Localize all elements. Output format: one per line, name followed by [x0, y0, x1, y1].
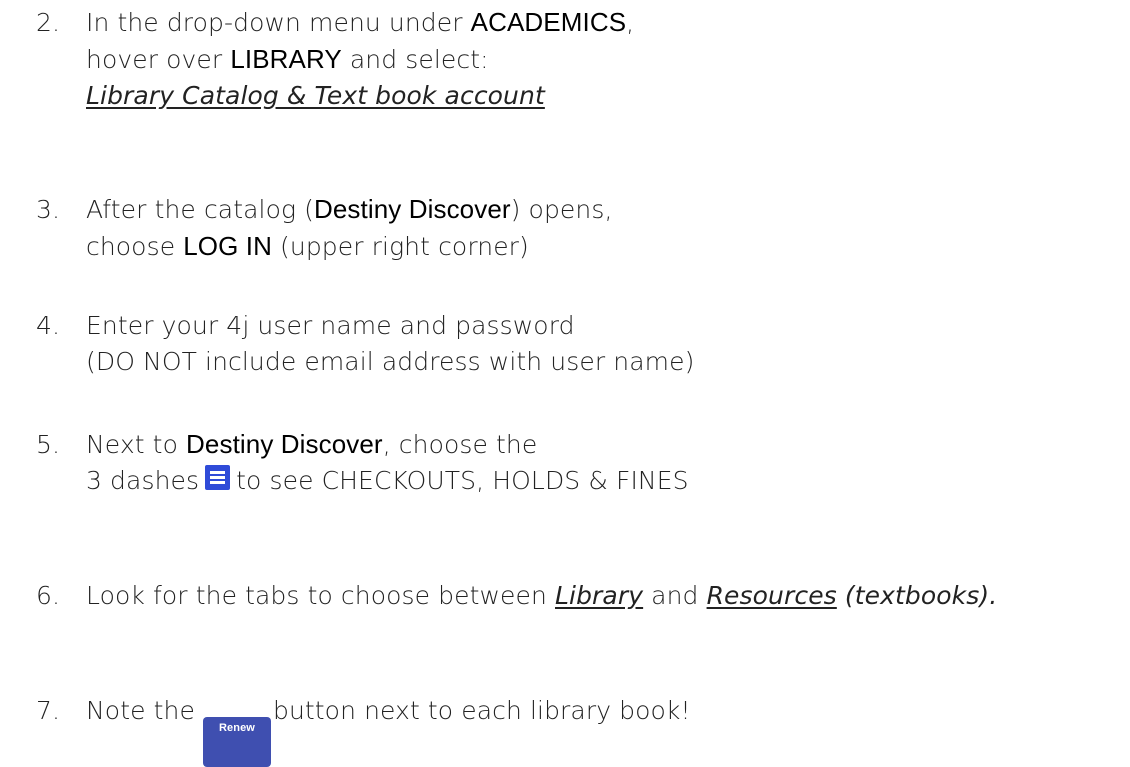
step-3: 3. After the catalog (Destiny Discover) o… [36, 191, 613, 265]
step-number: 7. [36, 696, 61, 725]
hamburger-menu-icon[interactable] [205, 465, 231, 490]
step-number: 2. [36, 8, 61, 37]
step-7: 7. Note theRenewbutton next to each libra… [36, 693, 691, 767]
library-catalog-link[interactable]: Library Catalog & Text book account [86, 81, 545, 110]
destiny-discover-label: Destiny Discover [314, 194, 511, 224]
step-3-line-2: choose LOG IN (upper right corner) [86, 231, 529, 261]
step-2-line-1: 2. In the drop-down menu under ACADEMICS, [36, 4, 634, 41]
step-4-line-1: 4. Enter your 4j user name and password [36, 308, 694, 344]
step-number: 4. [36, 311, 61, 340]
step-number: 5. [36, 430, 61, 459]
step-3-line-1: 3. After the catalog (Destiny Discover) o… [36, 191, 613, 228]
log-in-label: LOG IN [183, 231, 272, 261]
step-7-line-1: 7. Note theRenewbutton next to each libra… [36, 693, 691, 767]
tab-library[interactable]: Library [555, 581, 643, 610]
step-4-line-2: (DO NOT include email address with user … [86, 347, 695, 376]
step-5-line-1: 5. Next to Destiny Discover, choose the [36, 426, 689, 463]
step-6: 6. Look for the tabs to choose between Li… [36, 578, 997, 614]
destiny-discover-label: Destiny Discover [186, 429, 383, 459]
step-2-line-2: hover over LIBRARY and select: [86, 44, 489, 74]
step-number: 3. [36, 195, 61, 224]
step-2: 2. In the drop-down menu under ACADEMICS,… [36, 4, 634, 114]
step-2-line-3: Library Catalog & Text book account [36, 78, 634, 114]
tab-resources[interactable]: Resources [707, 581, 837, 610]
menu-academics: ACADEMICS [470, 7, 627, 37]
step-5-line-2: 3 dashes to see CHECKOUTS, HOLDS & FINES [86, 465, 689, 495]
step-number: 6. [36, 581, 61, 610]
step-4: 4. Enter your 4j user name and password (… [36, 308, 694, 380]
step-5: 5. Next to Destiny Discover, choose the 3… [36, 426, 689, 499]
menu-library: LIBRARY [230, 44, 342, 74]
step-6-line-1: 6. Look for the tabs to choose between Li… [36, 578, 997, 614]
renew-button[interactable]: Renew [202, 717, 271, 767]
